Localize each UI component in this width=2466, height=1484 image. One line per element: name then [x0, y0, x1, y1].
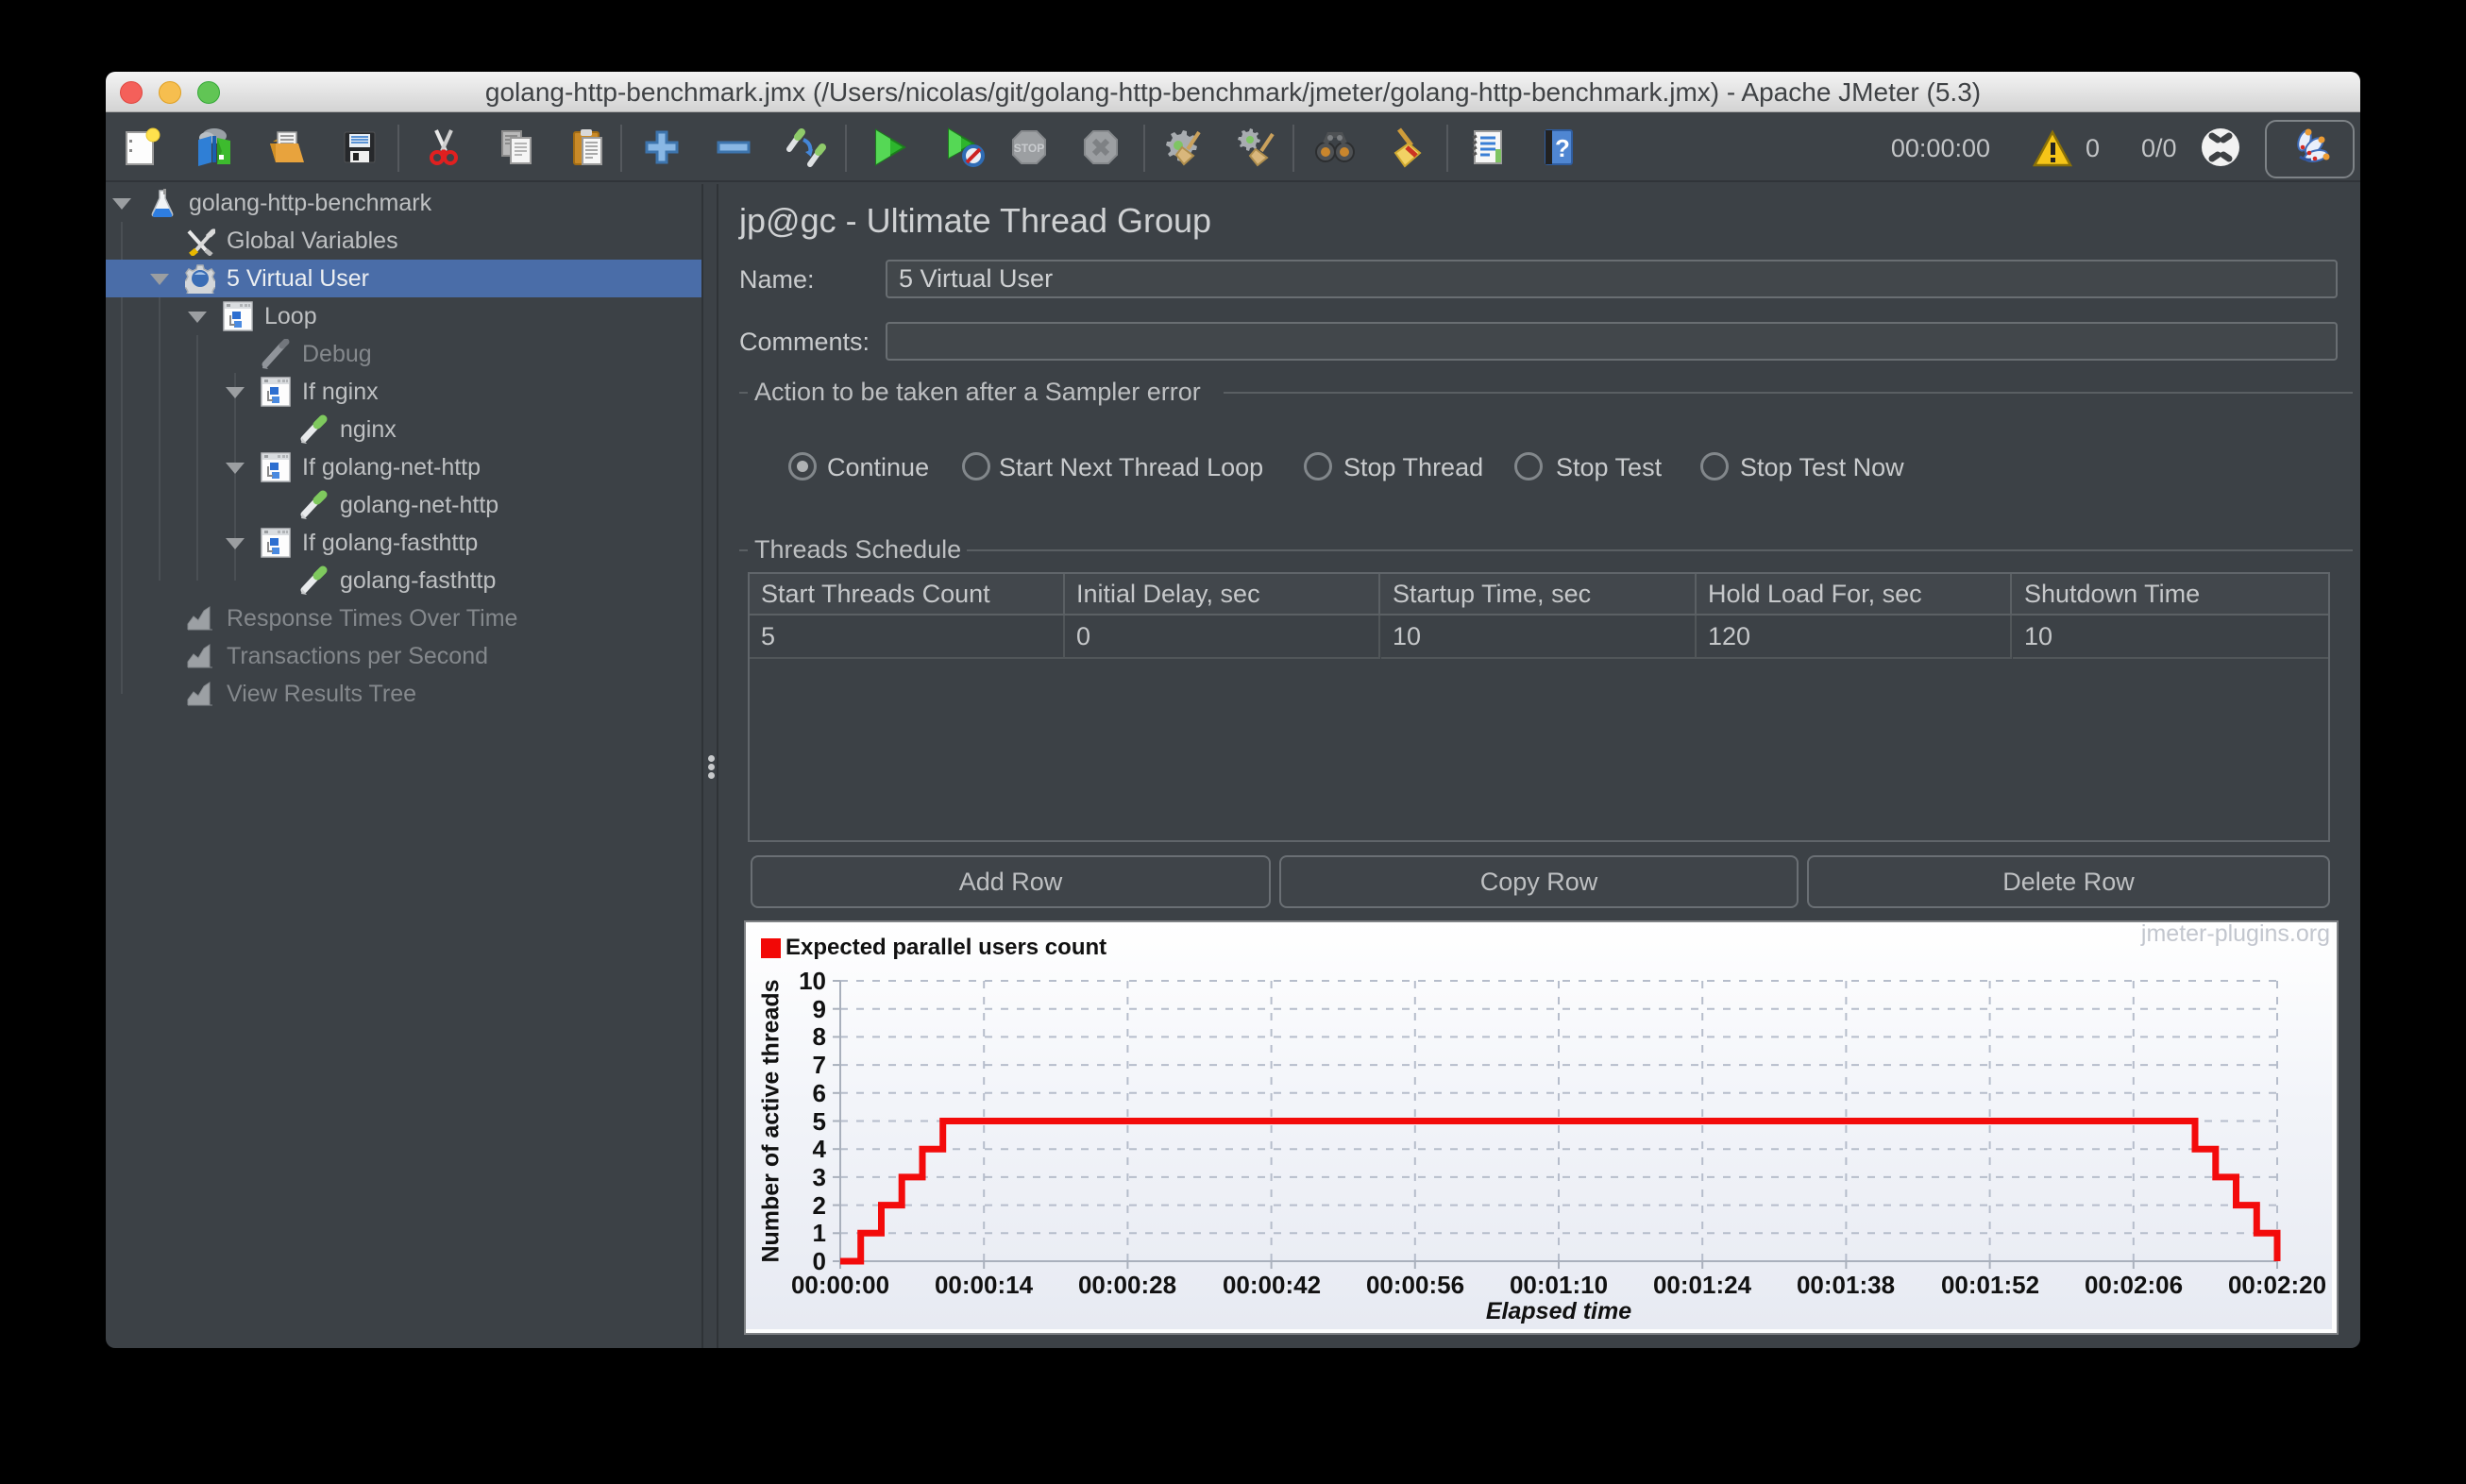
- svg-text:?: ?: [1555, 134, 1570, 162]
- svg-text:STOP: STOP: [1014, 142, 1044, 155]
